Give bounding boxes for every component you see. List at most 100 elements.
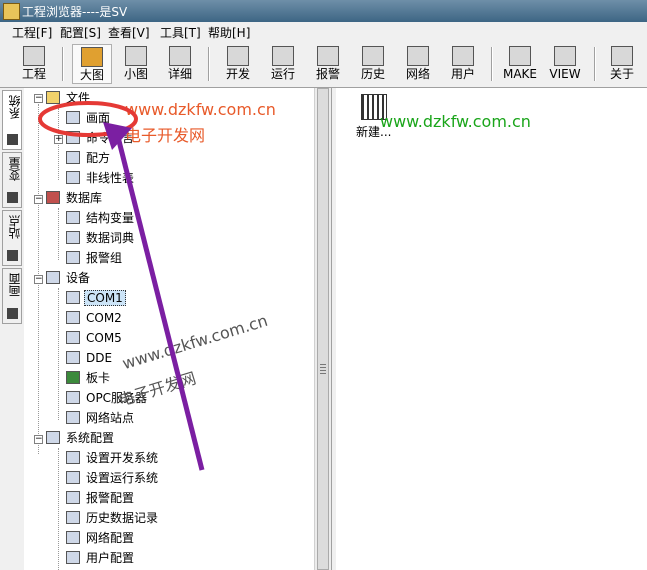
expander-command[interactable]: + — [54, 135, 63, 144]
tree-recipe[interactable]: 配方 — [66, 149, 112, 167]
tree-com5[interactable]: COM5 — [66, 329, 124, 347]
toolbar-separator — [62, 47, 64, 81]
tree-data-dict-label: 数据词典 — [86, 231, 135, 245]
side-tabs: 系统 变量 站点 画面 — [0, 88, 25, 570]
tree-struct-var-label: 结构变量 — [86, 211, 135, 225]
tree-history-rec-label: 历史数据记录 — [86, 511, 159, 525]
watermark-url: www.dzkfw.com.cn — [380, 112, 531, 131]
user-button[interactable]: 用户 — [443, 44, 483, 84]
history-icon — [362, 46, 384, 66]
tree-run-sys-label: 设置运行系统 — [86, 471, 159, 485]
tree-com2-label: COM2 — [86, 311, 122, 325]
tree-dde[interactable]: DDE — [66, 349, 114, 367]
command-icon — [66, 131, 80, 144]
project-button[interactable]: 工程 — [14, 44, 54, 84]
tree-sys-config[interactable]: 系统配置 — [46, 429, 116, 447]
large-icons-label: 大图 — [79, 68, 104, 82]
device-icon — [46, 271, 60, 284]
system-icon — [7, 134, 18, 145]
tab-stations[interactable]: 站点 — [2, 210, 22, 266]
network-button[interactable]: 网络 — [398, 44, 438, 84]
tree-alarm-cfg[interactable]: 报警配置 — [66, 489, 136, 507]
project-icon — [23, 46, 45, 66]
menu-bar: 工程[F] 配置[S] 查看[V] 工具[T] 帮助[H] — [0, 22, 647, 42]
alarm-button[interactable]: 报警 — [308, 44, 348, 84]
tree-data-dict[interactable]: 数据词典 — [66, 229, 136, 247]
tree-sys-config-label: 系统配置 — [66, 431, 115, 445]
about-button[interactable]: 关于 — [602, 44, 642, 84]
menu-help[interactable]: 帮助[H] — [208, 24, 250, 41]
view-button[interactable]: VIEW — [545, 44, 585, 84]
tree-net-station-label: 网络站点 — [86, 411, 135, 425]
large-icons-button[interactable]: 大图 — [72, 44, 112, 84]
tree-com2[interactable]: COM2 — [66, 309, 124, 327]
menu-tools[interactable]: 工具[T] — [160, 24, 201, 41]
tab-system-label: 系统 — [8, 95, 22, 119]
tree-alarm-group[interactable]: 报警组 — [66, 249, 124, 267]
make-button[interactable]: MAKE — [500, 44, 540, 84]
tree-run-sys[interactable]: 设置运行系统 — [66, 469, 160, 487]
tree-scrollbar[interactable] — [314, 88, 332, 570]
tab-variables[interactable]: 变量 — [2, 152, 22, 208]
tree-screen[interactable]: 画面 — [66, 109, 112, 127]
network-label: 网络 — [405, 67, 430, 81]
tree-net-cfg[interactable]: 网络配置 — [66, 529, 136, 547]
history-record-icon — [66, 511, 80, 524]
tree-connector — [58, 108, 59, 180]
expander-database[interactable]: − — [34, 195, 43, 204]
menu-project[interactable]: 工程[F] — [12, 24, 52, 41]
tree-com1[interactable]: COM1 — [66, 289, 126, 307]
tree-database[interactable]: 数据库 — [46, 189, 104, 207]
run-sys-icon — [66, 471, 80, 484]
menu-config[interactable]: 配置[S] — [60, 24, 101, 41]
run-button[interactable]: 运行 — [263, 44, 303, 84]
tab-screens[interactable]: 画面 — [2, 268, 22, 324]
view-label: VIEW — [549, 67, 581, 81]
tree-nonlinear[interactable]: 非线性表 — [66, 169, 136, 187]
tab-system[interactable]: 系统 — [2, 90, 22, 150]
variables-icon — [7, 192, 18, 203]
dev-sys-icon — [66, 451, 80, 464]
project-label: 工程 — [21, 67, 46, 81]
network-station-icon — [66, 411, 80, 424]
tab-variables-label: 变量 — [8, 157, 22, 181]
small-icons-icon — [125, 46, 147, 66]
network-config-icon — [66, 531, 80, 544]
database-icon — [46, 191, 60, 204]
menu-view[interactable]: 查看[V] — [108, 24, 150, 41]
history-button[interactable]: 历史 — [353, 44, 393, 84]
key-icon — [452, 46, 474, 66]
expander-device[interactable]: − — [34, 275, 43, 284]
details-button[interactable]: 详细 — [160, 44, 200, 84]
board-icon — [66, 371, 80, 384]
develop-button[interactable]: 开发 — [218, 44, 258, 84]
tree-file[interactable]: 文件 — [46, 89, 92, 107]
tree-com1-label: COM1 — [84, 290, 126, 306]
expander-file[interactable]: − — [34, 94, 43, 103]
stations-icon — [7, 250, 18, 261]
tree-user-cfg[interactable]: 用户配置 — [66, 549, 136, 567]
small-icons-button[interactable]: 小图 — [116, 44, 156, 84]
title-bar: 工程浏览器----是SV — [0, 0, 647, 22]
scrollbar-thumb[interactable] — [317, 88, 329, 570]
expander-sys-config[interactable]: − — [34, 435, 43, 444]
tree-dev-sys[interactable]: 设置开发系统 — [66, 449, 160, 467]
tab-stations-label: 站点 — [8, 215, 22, 239]
tree-alarm-group-label: 报警组 — [86, 251, 123, 265]
tree-dev-sys-label: 设置开发系统 — [86, 451, 159, 465]
tree-net-station[interactable]: 网络站点 — [66, 409, 136, 427]
tree-struct-var[interactable]: 结构变量 — [66, 209, 136, 227]
tree-device[interactable]: 设备 — [46, 269, 92, 287]
dde-icon — [66, 351, 80, 364]
tree-board[interactable]: 板卡 — [66, 369, 112, 387]
opc-icon — [66, 391, 80, 404]
alarm-label: 报警 — [315, 67, 340, 81]
tools-icon — [46, 431, 60, 444]
alarm-config-icon — [66, 491, 80, 504]
tree-connector — [58, 288, 59, 420]
folder-icon — [46, 91, 60, 104]
tree-history-rec[interactable]: 历史数据记录 — [66, 509, 160, 527]
content-pane: 新建... — [336, 88, 647, 570]
eye-icon — [554, 46, 576, 66]
large-icons-icon — [81, 47, 103, 67]
